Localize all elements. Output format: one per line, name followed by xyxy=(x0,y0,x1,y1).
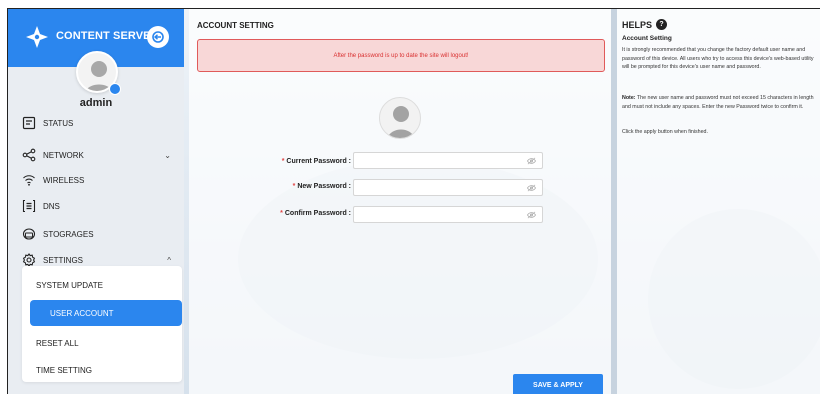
brand-title: CONTENT SERVER xyxy=(56,30,159,42)
help-title: HELPS ? xyxy=(622,19,668,30)
submenu-item-user-account[interactable]: USER ACCOUNT xyxy=(30,300,182,326)
help-paragraph: Click the apply button when finished. xyxy=(622,129,708,135)
sidebar-item-wireless[interactable]: WIRELESS xyxy=(21,169,171,191)
submenu-item-label: USER ACCOUNT xyxy=(50,308,114,318)
current-password-label: * Current Password : xyxy=(191,158,351,165)
sidebar-item-storages[interactable]: STOGRAGES xyxy=(21,223,171,245)
dns-icon xyxy=(21,198,37,214)
settings-submenu: SYSTEM UPDATE USER ACCOUNT RESET ALL TIM… xyxy=(22,266,182,382)
help-paragraph: It is strongly recommended that you chan… xyxy=(622,47,814,70)
field-label-text: New Password : xyxy=(297,183,351,190)
sidebar-item-network[interactable]: NETWORK ⌄ xyxy=(21,144,171,166)
required-mark: * xyxy=(280,210,283,217)
logout-icon xyxy=(152,31,164,43)
help-subtitle: Account Setting xyxy=(622,35,672,42)
user-avatar-icon xyxy=(387,106,415,138)
chevron-down-icon[interactable]: ⌄ xyxy=(164,151,171,160)
help-title-text: HELPS xyxy=(622,19,653,30)
help-panel: HELPS ? Account Setting It is strongly r… xyxy=(617,9,820,394)
account-avatar xyxy=(379,97,421,139)
submenu-item-label: SYSTEM UPDATE xyxy=(36,280,103,290)
note-text: The new user name and password must not … xyxy=(622,95,814,110)
alert-message: After the password is up to date the sit… xyxy=(333,52,469,59)
required-mark: * xyxy=(281,158,285,165)
sidebar-item-label: WIRELESS xyxy=(43,175,85,185)
sidebar-item-label: STATUS xyxy=(43,118,74,128)
main-panel: ACCOUNT SETTING After the password is up… xyxy=(189,9,611,394)
field-label-text: Current Password : xyxy=(286,158,351,165)
submenu-item-label: RESET ALL xyxy=(36,338,79,348)
app-window: CONTENT SERVER admin STATUS NETWORK ⌄ WI… xyxy=(7,8,820,394)
sidebar-item-status[interactable]: STATUS xyxy=(21,112,171,134)
submenu-item-reset-all[interactable]: RESET ALL xyxy=(22,330,182,356)
sidebar-item-label: DNS xyxy=(43,201,60,211)
help-note: Note: The new user name and password mus… xyxy=(622,94,820,111)
edit-avatar-icon[interactable] xyxy=(109,83,121,95)
sidebar-item-label: NETWORK xyxy=(43,150,84,160)
network-share-icon xyxy=(21,147,37,163)
logo-icon xyxy=(26,26,48,48)
current-password-field[interactable] xyxy=(353,152,543,169)
submenu-item-system-update[interactable]: SYSTEM UPDATE xyxy=(22,272,182,298)
chevron-up-icon[interactable]: ^ xyxy=(167,256,171,265)
storage-icon xyxy=(21,226,37,242)
sidebar-item-label: SETTINGS xyxy=(43,255,84,265)
new-password-label: * New Password : xyxy=(191,183,351,190)
required-mark: * xyxy=(292,183,296,190)
new-password-field[interactable] xyxy=(353,179,543,196)
sidebar: CONTENT SERVER admin STATUS NETWORK ⌄ WI… xyxy=(8,9,184,394)
note-label: Note: xyxy=(622,95,636,101)
question-icon: ? xyxy=(656,19,668,30)
wifi-icon xyxy=(21,172,37,188)
submenu-item-time-setting[interactable]: TIME SETTING xyxy=(22,357,182,383)
alert-banner: After the password is up to date the sit… xyxy=(197,39,605,72)
submenu-item-label: TIME SETTING xyxy=(36,365,92,375)
eye-icon[interactable] xyxy=(527,157,536,165)
logout-button[interactable] xyxy=(147,26,169,48)
username: admin xyxy=(79,97,113,109)
confirm-password-label: * Confirm Password : xyxy=(191,210,351,217)
confirm-password-field[interactable] xyxy=(353,206,543,223)
status-icon xyxy=(21,115,37,131)
sidebar-item-label: STOGRAGES xyxy=(43,229,94,239)
page-title: ACCOUNT SETTING xyxy=(197,21,274,30)
field-label-text: Confirm Password : xyxy=(284,210,351,217)
eye-icon[interactable] xyxy=(527,184,536,192)
eye-icon[interactable] xyxy=(527,211,536,219)
sidebar-item-dns[interactable]: DNS xyxy=(21,195,171,217)
save-apply-button[interactable]: SAVE & APPLY xyxy=(513,374,603,394)
